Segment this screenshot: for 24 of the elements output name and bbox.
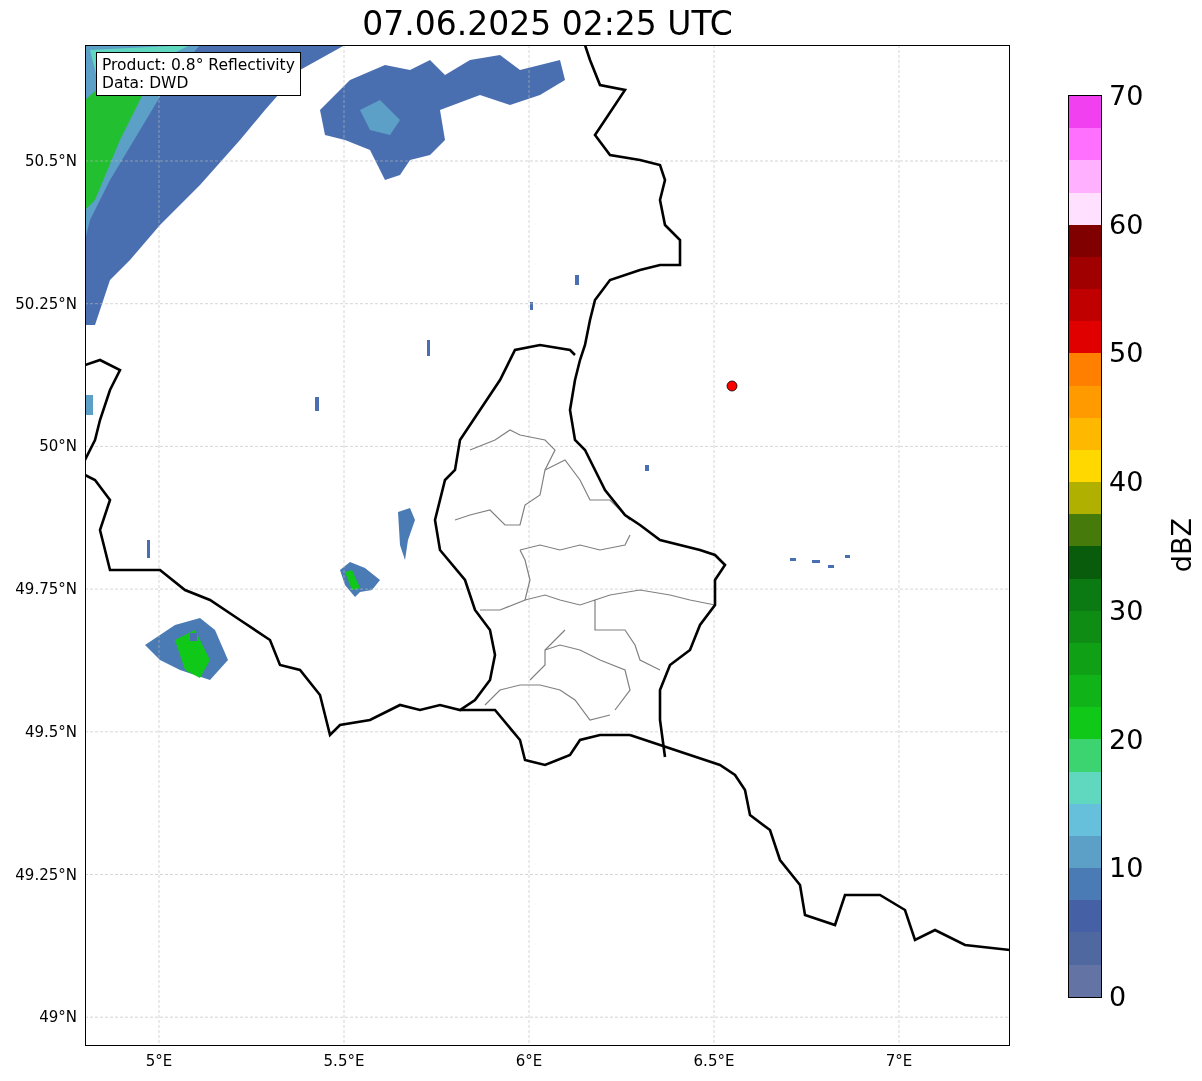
latitude-label: 50.25°N (15, 294, 77, 313)
colorbar-label: 70 (1109, 81, 1144, 111)
colorbar-label: 0 (1109, 982, 1127, 1012)
colorbar-label: 60 (1109, 209, 1144, 240)
longitude-label: 7°E (885, 1052, 913, 1070)
latitude-label: 49.25°N (15, 865, 77, 884)
colorbar-label: 50 (1109, 338, 1144, 369)
latitude-label: 50°N (39, 437, 77, 456)
legend-text: Product: 0.8° Reflectivity (102, 56, 295, 74)
chart-title: 07.06.2025 02:25 UTC (362, 3, 733, 45)
legend-text: Data: DWD (102, 74, 190, 92)
colorbar-label: 30 (1109, 595, 1144, 626)
longitude-label: 5.5°E (323, 1052, 365, 1070)
longitude-label: 6.5°E (693, 1052, 735, 1070)
colorbar-title: dBZ (1166, 518, 1197, 573)
colorbar-label: 20 (1109, 724, 1144, 755)
latitude-label: 49.75°N (15, 580, 77, 599)
colorbar-label: 40 (1109, 467, 1144, 498)
latitude-label: 49.5°N (24, 722, 77, 741)
colorbar-label: 10 (1109, 853, 1144, 884)
longitude-label: 5°E (145, 1052, 173, 1070)
longitude-label: 6°E (515, 1052, 543, 1070)
latitude-label: 50.5°N (24, 152, 77, 170)
latitude-label: 49°N (39, 1008, 77, 1027)
